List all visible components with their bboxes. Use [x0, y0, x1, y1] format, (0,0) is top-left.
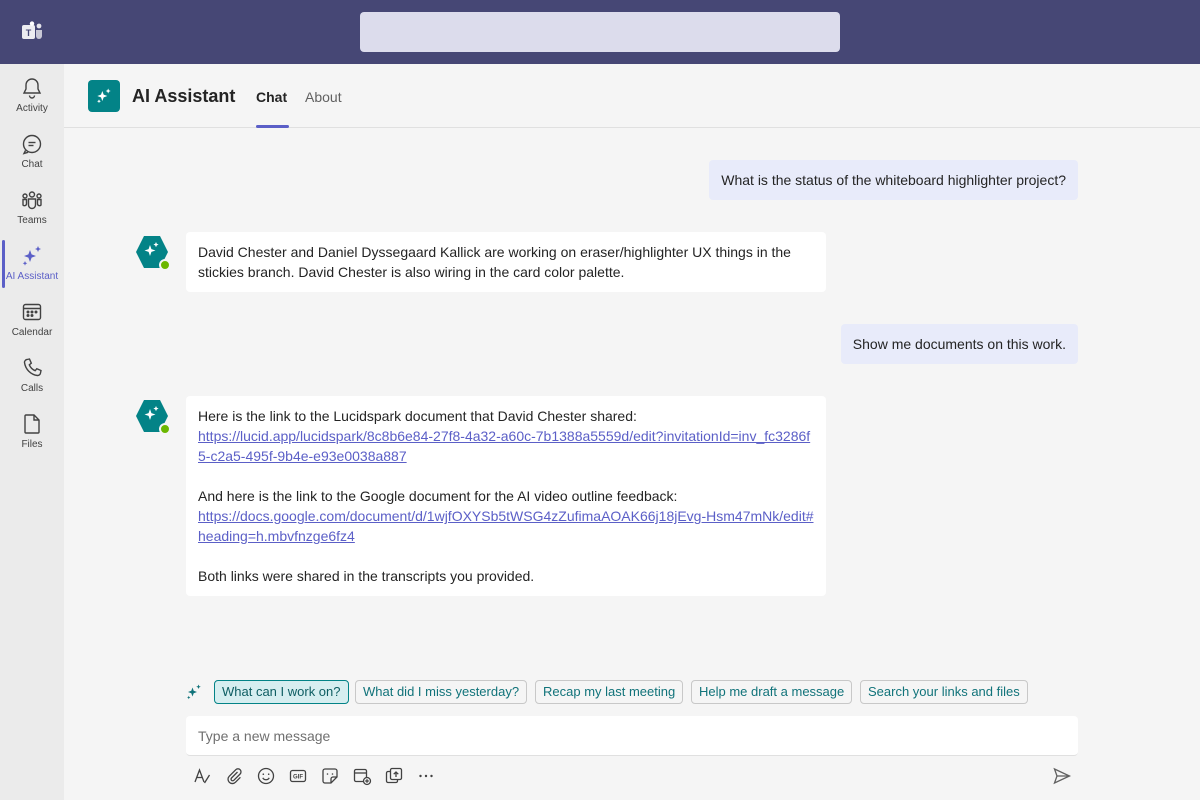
- rail-item-label: AI Assistant: [5, 271, 59, 282]
- suggestion-chip[interactable]: What did I miss yesterday?: [355, 680, 528, 704]
- chat-icon: [22, 134, 42, 155]
- teams-logo-icon[interactable]: T: [20, 20, 44, 44]
- sparkle-icon: [97, 88, 111, 104]
- gif-icon: GIF: [289, 769, 307, 783]
- sparkle-icon: [187, 684, 201, 700]
- page-title: AI Assistant: [132, 86, 236, 106]
- rail-item-activity[interactable]: Activity: [0, 68, 64, 124]
- attach-button[interactable]: [224, 766, 244, 786]
- rail-item-ai-assistant[interactable]: AI Assistant: [0, 236, 64, 292]
- presence-available-icon: [159, 259, 171, 271]
- bot-avatar: [134, 234, 171, 271]
- send-button[interactable]: [1052, 766, 1072, 786]
- bot-message: Here is the link to the Lucidspark docum…: [186, 396, 826, 596]
- rail-item-label: Files: [21, 439, 43, 450]
- rail-item-files[interactable]: Files: [0, 404, 64, 460]
- lucidspark-link[interactable]: https://lucid.app/lucidspark/8c8b6e84-27…: [198, 428, 810, 464]
- rail-item-label: Chat: [21, 159, 43, 170]
- gif-button[interactable]: GIF: [288, 766, 308, 786]
- suggestion-chip[interactable]: Search your links and files: [860, 680, 1028, 704]
- emoji-button[interactable]: [256, 766, 276, 786]
- format-icon: [194, 768, 211, 784]
- schedule-meeting-icon: [353, 768, 372, 786]
- more-button[interactable]: [416, 766, 436, 786]
- tab-chat[interactable]: Chat: [256, 89, 287, 105]
- top-bar: T: [0, 0, 1200, 64]
- left-rail: Activity Chat Teams AI Assistant Calenda…: [0, 64, 64, 800]
- suggestion-chip[interactable]: Help me draft a message: [691, 680, 853, 704]
- google-doc-link[interactable]: https://docs.google.com/document/d/1wjfO…: [198, 508, 814, 544]
- rail-item-calendar[interactable]: Calendar: [0, 292, 64, 348]
- user-message: What is the status of the whiteboard hig…: [709, 160, 1078, 200]
- rail-item-calls[interactable]: Calls: [0, 348, 64, 404]
- tab-about[interactable]: About: [305, 89, 342, 105]
- app-header: AI Assistant Chat About: [64, 64, 1200, 128]
- suggestion-chip[interactable]: What can I work on?: [214, 680, 349, 704]
- active-tab-indicator: [256, 125, 289, 128]
- file-icon: [24, 414, 40, 434]
- rail-item-label: Calendar: [11, 327, 53, 338]
- user-message: Show me documents on this work.: [840, 324, 1078, 364]
- svg-text:GIF: GIF: [293, 775, 303, 781]
- sparkle-icon: [22, 246, 41, 266]
- app-icon: [88, 80, 120, 112]
- bot-avatar: [134, 398, 171, 435]
- message-input[interactable]: [186, 716, 1078, 755]
- rail-item-label: Teams: [17, 215, 47, 226]
- schedule-meeting-button[interactable]: [352, 766, 372, 786]
- teams-icon: [22, 191, 42, 210]
- share-screen-button[interactable]: [384, 766, 404, 786]
- message-text: And here is the link to the Google docum…: [198, 488, 678, 504]
- rail-item-teams[interactable]: Teams: [0, 180, 64, 236]
- presence-available-icon: [159, 423, 171, 435]
- bot-message: David Chester and Daniel Dyssegaard Kall…: [186, 232, 826, 292]
- share-screen-icon: [385, 767, 403, 784]
- svg-text:T: T: [26, 28, 32, 38]
- phone-icon: [23, 358, 42, 377]
- rail-item-label: Calls: [20, 383, 44, 394]
- calendar-icon: [22, 303, 42, 321]
- attach-icon: [227, 768, 242, 785]
- compose-box: [186, 716, 1078, 756]
- rail-item-chat[interactable]: Chat: [0, 124, 64, 180]
- bell-icon: [22, 78, 42, 99]
- suggestion-chip[interactable]: Recap my last meeting: [535, 680, 684, 704]
- message-text: Both links were shared in the transcript…: [198, 568, 535, 584]
- search-input[interactable]: [360, 12, 840, 52]
- emoji-icon: [257, 767, 275, 785]
- sticker-icon: [322, 768, 338, 784]
- message-text: Here is the link to the Lucidspark docum…: [198, 408, 637, 424]
- send-icon: [1053, 767, 1072, 785]
- sticker-button[interactable]: [320, 766, 340, 786]
- more-icon: [419, 774, 433, 778]
- format-button[interactable]: [192, 766, 212, 786]
- rail-item-label: Activity: [16, 103, 48, 114]
